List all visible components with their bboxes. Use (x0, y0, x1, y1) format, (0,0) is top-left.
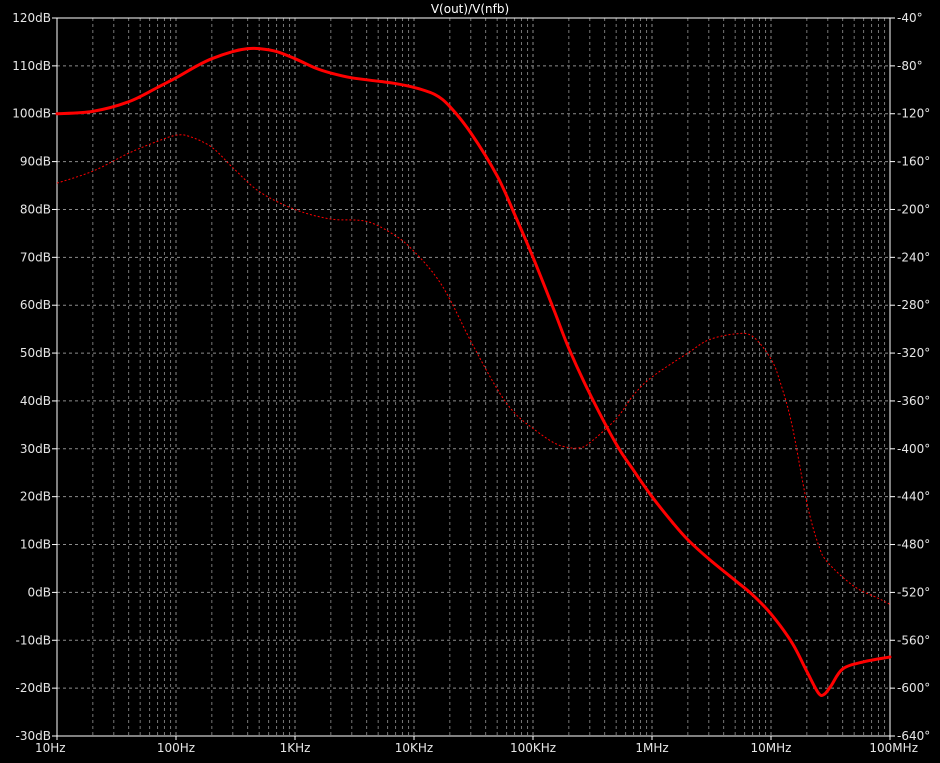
y-left-tick-label: 100dB (12, 107, 51, 121)
y-left-tick-label: 10dB (20, 538, 51, 552)
y-right-tick-label: -280° (897, 298, 930, 312)
x-tick-label: 10KHz (395, 741, 433, 755)
y-right-tick-label: -360° (897, 394, 930, 408)
y-right-tick-label: -600° (897, 681, 930, 695)
y-right-tick-label: -160° (897, 155, 930, 169)
y-right-tick-label: -40° (897, 11, 923, 25)
y-right-tick-label: -120° (897, 107, 930, 121)
y-left-tick-label: 20dB (20, 490, 51, 504)
y-left-tick-label: -20dB (16, 681, 51, 695)
x-tick-label: 10Hz (35, 741, 66, 755)
y-left-tick-label: 70dB (20, 250, 51, 264)
y-right-tick-label: -240° (897, 250, 930, 264)
x-tick-label: 100Hz (157, 741, 195, 755)
chart-title: V(out)/V(nfb) (431, 2, 509, 16)
y-left-tick-label: 60dB (20, 298, 51, 312)
plot-background (0, 0, 940, 763)
y-right-tick-label: -520° (897, 585, 930, 599)
y-left-tick-label: 50dB (20, 346, 51, 360)
y-left-tick-label: 0dB (28, 585, 51, 599)
y-right-tick-label: -560° (897, 633, 930, 647)
y-left-tick-label: -10dB (16, 633, 51, 647)
y-right-tick-label: -320° (897, 346, 930, 360)
y-left-tick-label: 40dB (20, 394, 51, 408)
y-left-tick-label: 90dB (20, 155, 51, 169)
x-tick-label: 100KHz (510, 741, 556, 755)
bode-plot: V(out)/V(nfb) 120dB 110dB 100dB 90dB 80dB 70d… (0, 0, 940, 763)
x-tick-label: 1MHz (635, 741, 668, 755)
x-tick-label: 1KHz (280, 741, 311, 755)
y-left-tick-label: 120dB (12, 11, 51, 25)
y-left-tick-label: 80dB (20, 202, 51, 216)
x-tick-label: 100MHz (869, 741, 918, 755)
y-right-tick-label: -80° (897, 59, 923, 73)
x-tick-label: 10MHz (751, 741, 792, 755)
y-right-tick-label: -200° (897, 202, 930, 216)
y-left-tick-label: 30dB (20, 442, 51, 456)
y-left-tick-label: 110dB (12, 59, 51, 73)
y-right-tick-label: -400° (897, 442, 930, 456)
y-right-tick-label: -440° (897, 490, 930, 504)
y-right-tick-label: -480° (897, 538, 930, 552)
